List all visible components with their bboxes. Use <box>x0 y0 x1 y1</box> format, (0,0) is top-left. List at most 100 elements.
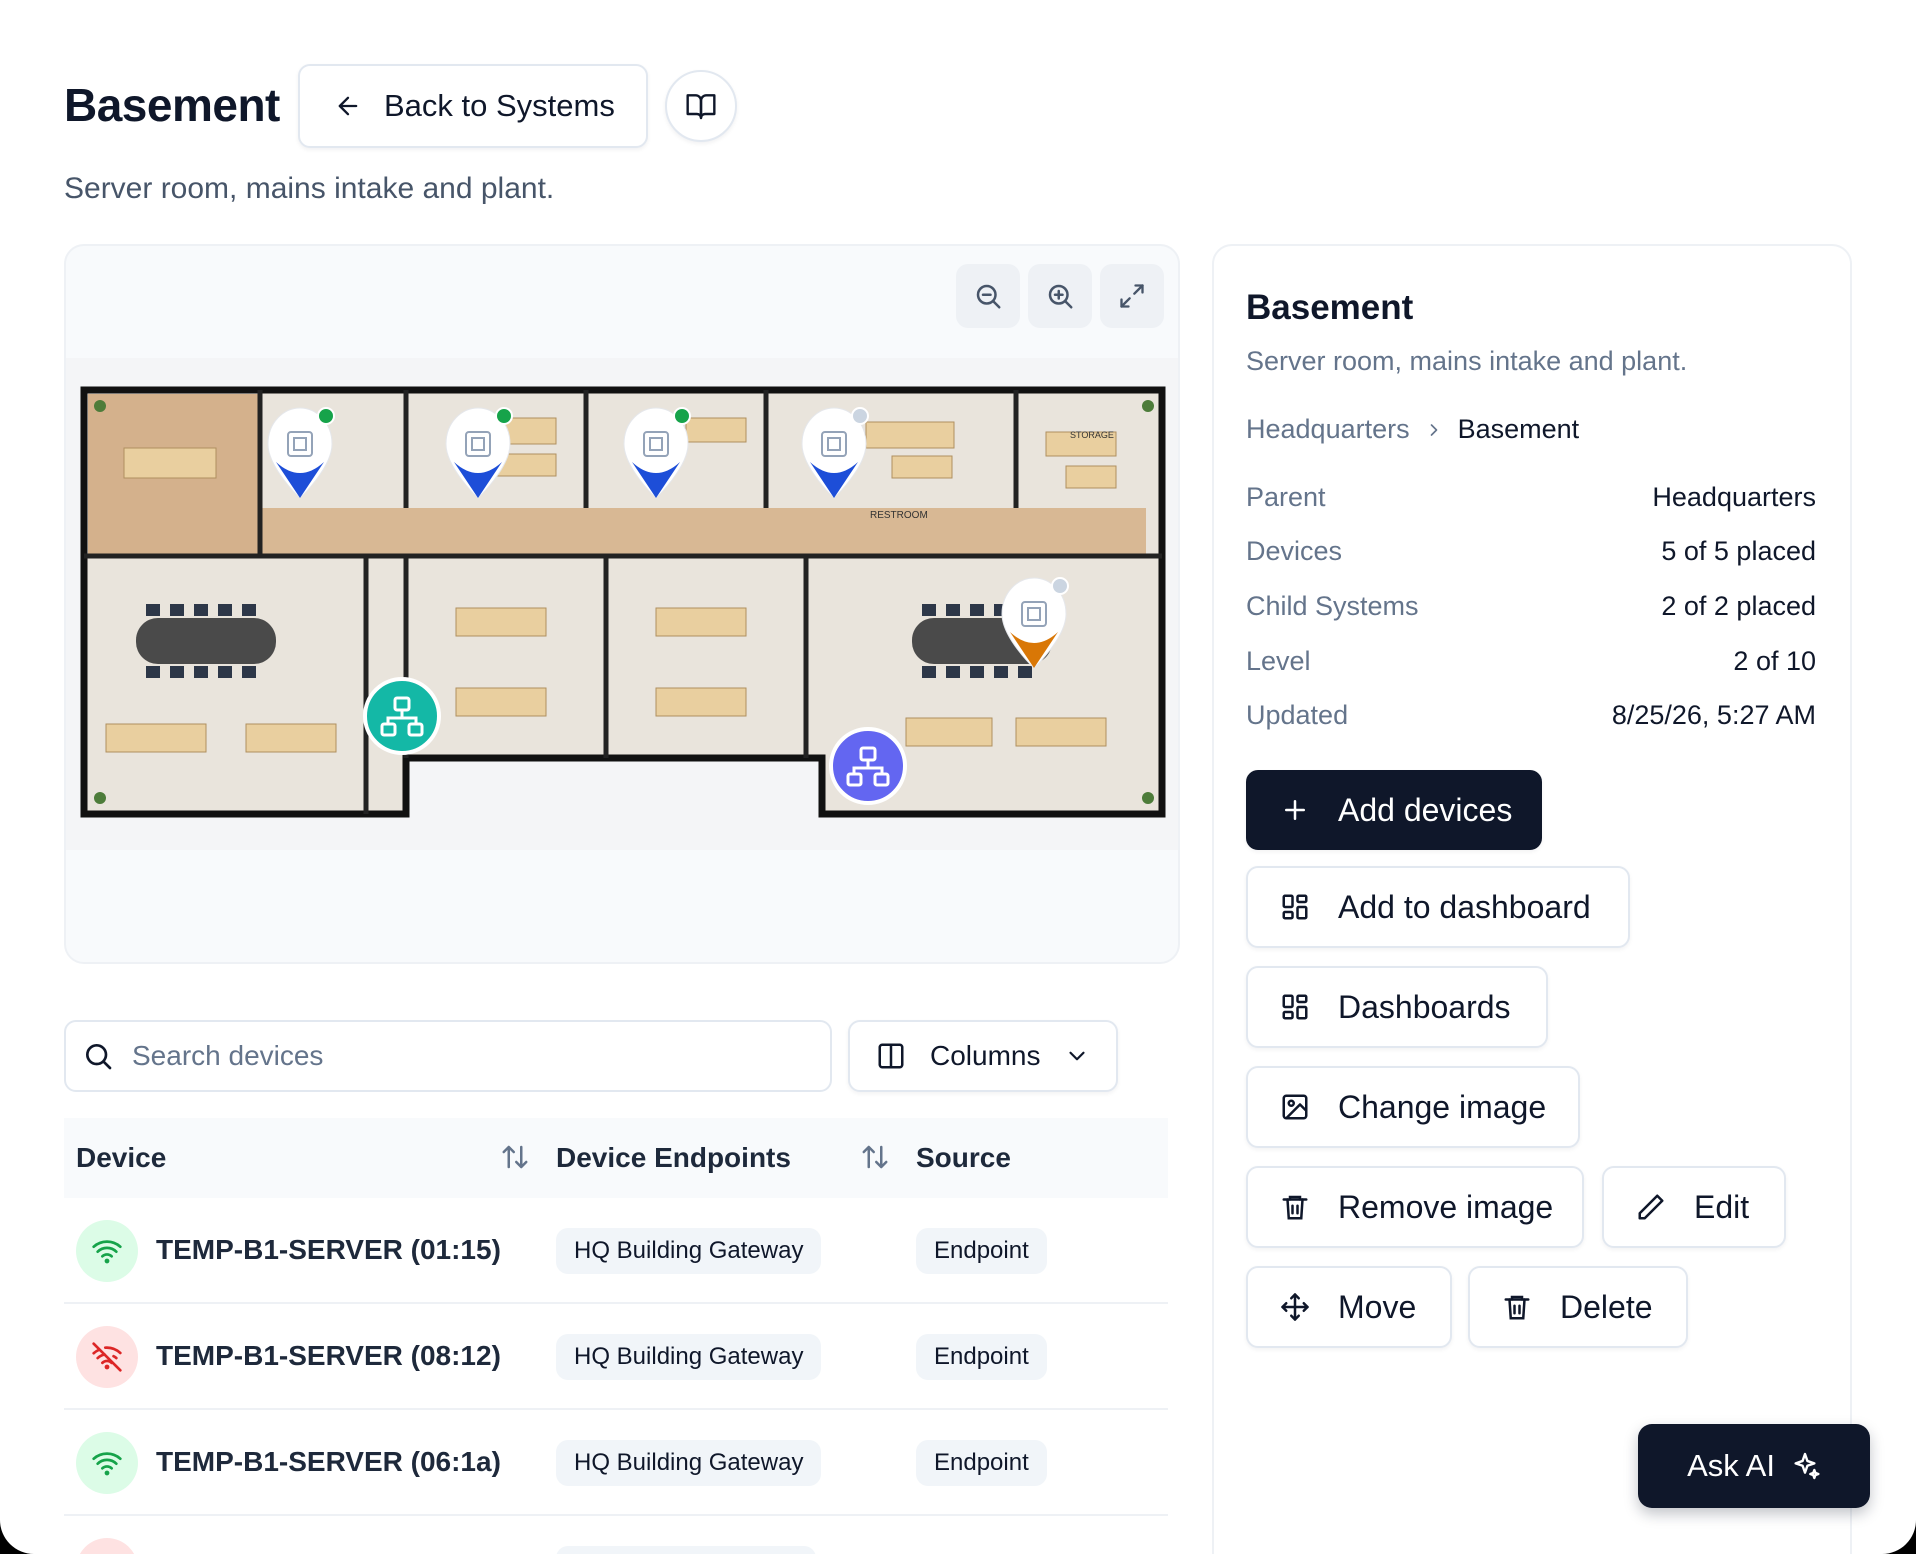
trash-icon <box>1282 1195 1308 1220</box>
device-name[interactable]: TEMP-B1-SERVER (08:12) <box>156 1340 501 1372</box>
table-row[interactable]: TEMP-B1-SERVER (06:1a) HQ Building Gatew… <box>64 1410 1168 1516</box>
ask-ai-button[interactable]: Ask AI <box>1638 1424 1870 1508</box>
table-row[interactable]: TEMP-B1-SERVER (01:15) HQ Building Gatew… <box>64 1198 1168 1304</box>
column-header-endpoints[interactable]: Device Endpoints <box>556 1142 791 1174</box>
column-header-source[interactable]: Source <box>916 1142 1011 1174</box>
page-subtitle: Server room, mains intake and plant. <box>64 172 555 205</box>
add-devices-label: Add devices <box>1338 791 1513 828</box>
edit-button[interactable]: Edit <box>1602 1166 1786 1248</box>
search-input[interactable] <box>132 1040 732 1072</box>
table-header: Device Device Endpoints Source <box>64 1118 1168 1198</box>
change-image-button[interactable]: Change image <box>1246 1066 1580 1148</box>
zoom-in-icon <box>1048 284 1073 309</box>
sparkles-icon <box>1794 1452 1820 1480</box>
maximize-icon <box>1120 284 1144 308</box>
source-badge: Endpoint <box>916 1334 1047 1380</box>
back-to-systems-button[interactable]: Back to Systems <box>298 64 648 148</box>
endpoint-badge[interactable]: HQ Building Gateway <box>556 1334 822 1380</box>
chevron-down-icon <box>1069 1051 1086 1061</box>
breadcrumb-item[interactable]: Headquarters <box>1246 414 1410 445</box>
change-image-label: Change image <box>1338 1088 1547 1125</box>
edit-label: Edit <box>1694 1188 1750 1225</box>
floor-plan-image: RESTROOM STORAGE <box>80 386 1166 818</box>
delete-label: Delete <box>1560 1288 1653 1325</box>
source-badge: Endpoint <box>916 1228 1047 1274</box>
child-system-marker[interactable] <box>829 727 907 805</box>
search-box[interactable] <box>64 1020 832 1092</box>
devices-table: Device Device Endpoints Source TEMP-B1-S… <box>64 1118 1168 1554</box>
endpoint-badge[interactable]: HQ Building Gateway <box>556 1440 822 1486</box>
detail-row-parent: Parent Headquarters <box>1246 482 1816 513</box>
dashboards-button[interactable]: Dashboards <box>1246 966 1548 1048</box>
remove-image-button[interactable]: Remove image <box>1246 1166 1584 1248</box>
wifi-icon <box>76 1220 138 1282</box>
sort-icon[interactable] <box>500 1142 530 1172</box>
detail-key: Child Systems <box>1246 591 1419 621</box>
storage-map-label: STORAGE <box>1070 430 1114 440</box>
columns-label: Columns <box>930 1040 1041 1071</box>
detail-key: Devices <box>1246 536 1343 566</box>
wifi-off-icon <box>76 1326 138 1388</box>
add-to-dashboard-label: Add to dashboard <box>1338 888 1591 925</box>
columns-dropdown[interactable]: Columns <box>848 1020 1118 1092</box>
detail-key: Level <box>1246 646 1311 676</box>
detail-row-child-systems: Child Systems 2 of 2 placed <box>1246 591 1816 622</box>
detail-row-updated: Updated 8/25/26, 5:27 AM <box>1246 700 1816 731</box>
zoom-out-icon <box>976 284 1001 309</box>
table-row[interactable]: TEMP-B1-SERVER (08:12) HQ Building Gatew… <box>64 1304 1168 1410</box>
detail-value: 8/25/26, 5:27 AM <box>1611 700 1816 730</box>
floor-plan-card: RESTROOM STORAGE <box>64 244 1180 964</box>
breadcrumb: Headquarters Basement <box>1246 414 1579 445</box>
source-badge: Endpoint <box>916 1440 1047 1486</box>
column-header-device[interactable]: Device <box>76 1142 166 1174</box>
device-name[interactable]: TEMP-B1-SERVER (06:1a) <box>156 1446 501 1478</box>
docs-button[interactable] <box>665 70 737 142</box>
device-name[interactable]: TEMP-B1-SERVER (01:15) <box>156 1234 501 1266</box>
breadcrumb-current: Basement <box>1457 414 1580 444</box>
app-frame: Basement Back to Systems Server room, ma… <box>0 0 1916 1554</box>
wifi-off-icon <box>76 1538 138 1554</box>
plus-icon <box>1285 800 1305 820</box>
detail-value: 5 of 5 placed <box>1661 536 1816 566</box>
image-icon <box>1282 1094 1308 1120</box>
add-devices-button[interactable]: Add devices <box>1246 770 1542 850</box>
panel-description: Server room, mains intake and plant. <box>1246 346 1688 376</box>
system-details-panel: Basement Server room, mains intake and p… <box>1212 244 1852 1554</box>
delete-button[interactable]: Delete <box>1468 1266 1688 1348</box>
dashboards-label: Dashboards <box>1338 988 1511 1025</box>
detail-row-devices: Devices 5 of 5 placed <box>1246 536 1816 567</box>
arrow-left-icon <box>338 96 358 116</box>
book-open-icon <box>686 94 716 120</box>
add-to-dashboard-button[interactable]: Add to dashboard <box>1246 866 1630 948</box>
fullscreen-button[interactable] <box>1100 264 1164 328</box>
dashboard-icon <box>1282 894 1308 920</box>
search-icon <box>86 1044 112 1070</box>
zoom-in-button[interactable] <box>1028 264 1092 328</box>
move-icon <box>1281 1293 1309 1321</box>
detail-value: 2 of 2 placed <box>1661 591 1816 621</box>
endpoint-badge[interactable]: HQ Building Gateway <box>556 1228 822 1274</box>
detail-key: Parent <box>1246 482 1326 512</box>
detail-value: 2 of 10 <box>1733 646 1816 676</box>
pencil-icon <box>1638 1194 1664 1220</box>
sort-icon[interactable] <box>860 1142 890 1172</box>
floor-plan-canvas[interactable]: RESTROOM STORAGE <box>66 358 1178 850</box>
detail-value: Headquarters <box>1652 482 1816 512</box>
ask-ai-label: Ask AI <box>1687 1448 1775 1483</box>
move-button[interactable]: Move <box>1246 1266 1452 1348</box>
detail-key: Updated <box>1246 700 1349 730</box>
endpoint-badge[interactable] <box>556 1546 816 1554</box>
back-to-systems-label: Back to Systems <box>384 88 615 123</box>
zoom-out-button[interactable] <box>956 264 1020 328</box>
child-system-marker[interactable] <box>363 677 441 755</box>
columns-icon <box>878 1043 904 1069</box>
wifi-icon <box>76 1432 138 1494</box>
dashboard-icon <box>1282 994 1308 1020</box>
detail-row-level: Level 2 of 10 <box>1246 646 1816 677</box>
table-row[interactable] <box>64 1516 1168 1554</box>
panel-title: Basement <box>1246 288 1414 327</box>
chevron-right-icon <box>1430 423 1437 436</box>
remove-image-label: Remove image <box>1338 1188 1554 1225</box>
page-title: Basement <box>64 79 280 131</box>
restroom-map-label: RESTROOM <box>870 510 928 521</box>
